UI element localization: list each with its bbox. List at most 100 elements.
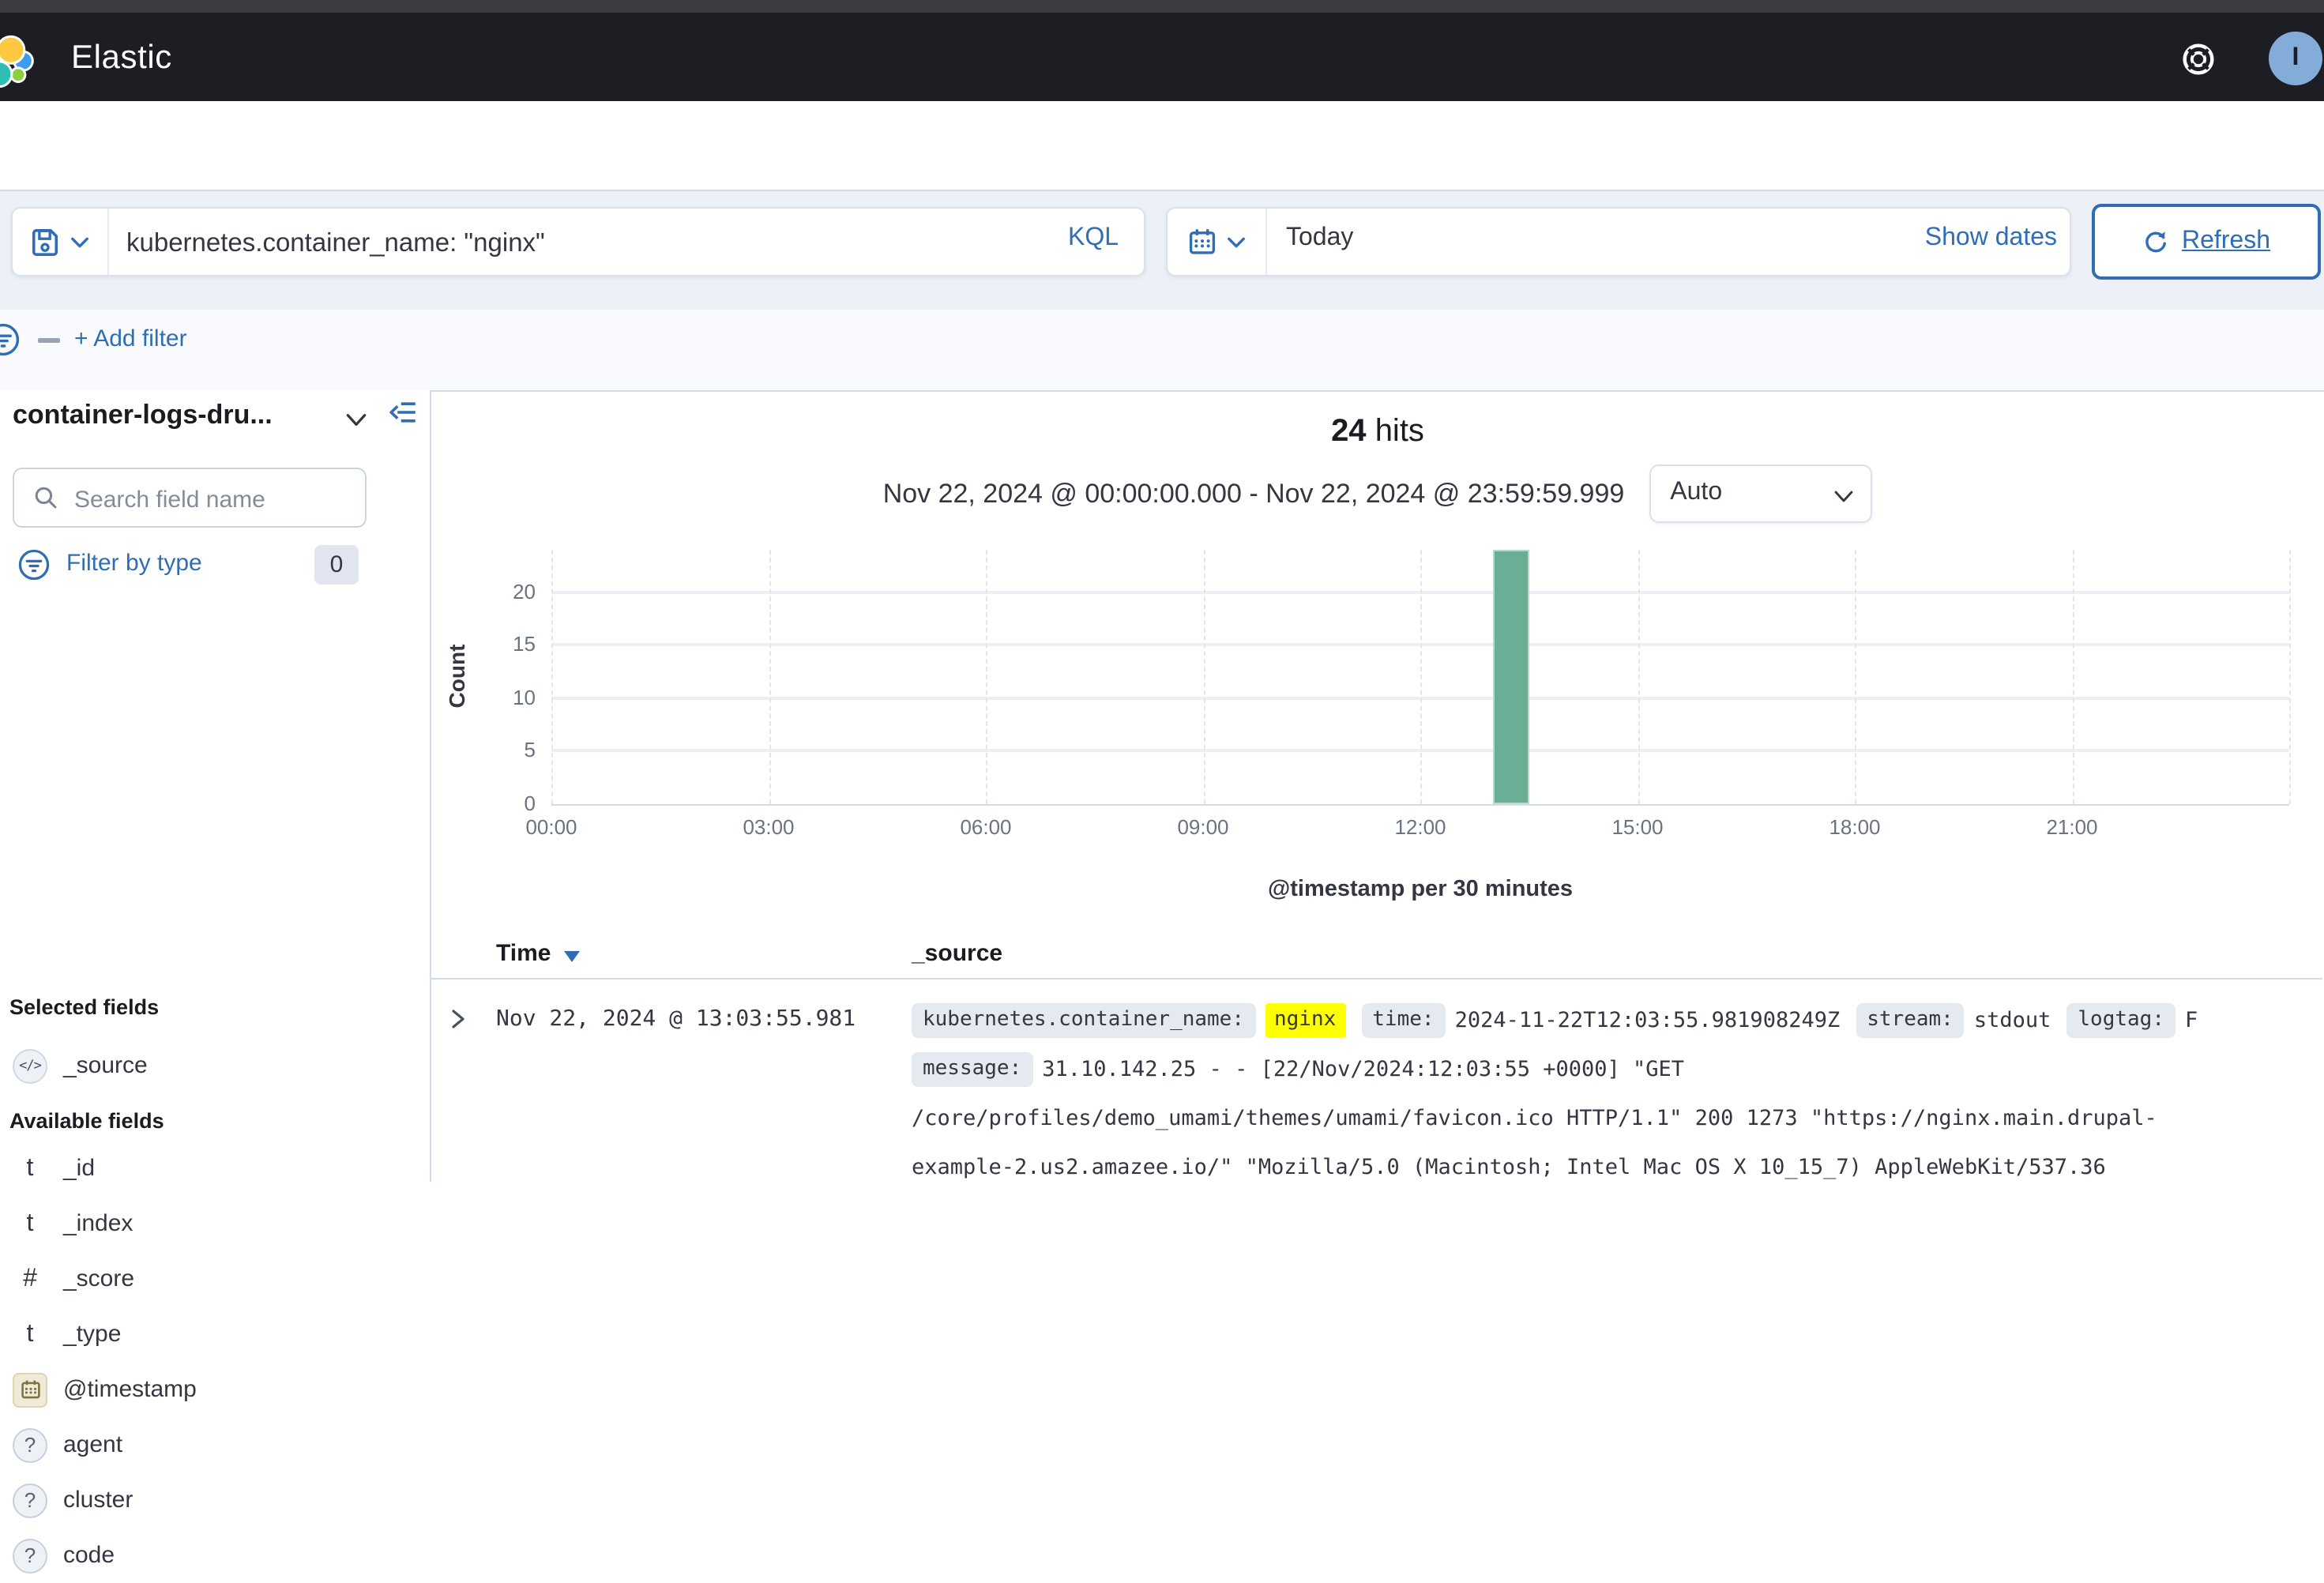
x-tick-0600: 06:00 bbox=[932, 815, 1040, 839]
field-item-_id[interactable]: t _id bbox=[0, 1141, 430, 1196]
field-item-cluster[interactable]: ? cluster bbox=[0, 1472, 430, 1528]
source-line-1: kubernetes.container_name:nginxtime:2024… bbox=[912, 995, 2324, 1044]
field-item-@timestamp[interactable]: @timestamp bbox=[0, 1362, 430, 1417]
source-cell: kubernetes.container_name:nginxtime:2024… bbox=[912, 995, 2324, 1191]
source-value: example-2.us2.amazee.io/" "Mozilla/5.0 (… bbox=[912, 1154, 2106, 1179]
chevron-down-icon[interactable] bbox=[344, 408, 368, 431]
field-search-input[interactable] bbox=[71, 469, 359, 529]
field-item-_score[interactable]: #_score bbox=[0, 1251, 430, 1307]
gridline-x-8 bbox=[2289, 550, 2291, 804]
query-language-button[interactable]: KQL bbox=[1068, 224, 1119, 253]
available-field-list: t_idt_index#_scoret_type@timestamp?agent… bbox=[0, 1141, 430, 1583]
sort-desc-icon[interactable] bbox=[564, 951, 580, 962]
source-line-4: example-2.us2.amazee.io/" "Mozilla/5.0 (… bbox=[912, 1142, 2324, 1191]
add-filter-button[interactable]: + Add filter bbox=[74, 325, 187, 352]
date-picker: Today Show dates bbox=[1166, 207, 2071, 276]
field-type-unknown-icon: ? bbox=[13, 1427, 47, 1462]
field-item-label: cluster bbox=[63, 1487, 133, 1513]
field-item-code[interactable]: ? code bbox=[0, 1528, 430, 1583]
field-item-label: _type bbox=[63, 1321, 121, 1348]
field-type-number-icon: # bbox=[13, 1262, 47, 1296]
source-line-2: message: 31.10.142.25 - - [22/Nov/2024:12… bbox=[912, 1044, 2324, 1093]
column-header-time[interactable]: Time bbox=[496, 940, 551, 967]
date-picker-quick-menu-button[interactable] bbox=[1168, 209, 1267, 275]
gridline-x-3 bbox=[1203, 550, 1205, 804]
source-field-pill: message: bbox=[912, 1051, 1032, 1086]
field-type-date-icon bbox=[13, 1372, 47, 1407]
x-tick-1500: 15:00 bbox=[1584, 815, 1691, 839]
field-item-label: @timestamp bbox=[63, 1376, 197, 1403]
gridline-y-10 bbox=[551, 697, 2289, 700]
brand-text: Elastic bbox=[71, 39, 172, 77]
x-tick-0900: 09:00 bbox=[1149, 815, 1257, 839]
field-item-label: code bbox=[63, 1542, 115, 1569]
gridline-x-7 bbox=[2072, 550, 2074, 804]
field-type-text-icon: t bbox=[13, 1317, 47, 1352]
source-value: 2024-11-22T12:03:55.981908249Z bbox=[1455, 1007, 1841, 1032]
source-field-pill: time: bbox=[1361, 1002, 1445, 1037]
nav-bar: Discover NewSaveOpenShareReportingInspec… bbox=[0, 101, 2324, 191]
histogram-bar[interactable] bbox=[1493, 550, 1529, 804]
filter-separator-dash bbox=[38, 338, 60, 342]
x-tick-1800: 18:00 bbox=[1801, 815, 1908, 839]
selected-field-list: </> _source bbox=[0, 1038, 430, 1093]
y-tick-10: 10 bbox=[472, 686, 536, 709]
chevron-down-icon bbox=[70, 231, 90, 252]
hits-label: hits bbox=[1375, 414, 1424, 449]
show-dates-button[interactable]: Show dates bbox=[1925, 224, 2057, 253]
field-item-label: _index bbox=[63, 1210, 133, 1237]
query-input[interactable] bbox=[123, 209, 1014, 278]
available-fields-heading: Available fields bbox=[9, 1109, 164, 1133]
hits-row: 24 hits bbox=[431, 414, 2324, 450]
time-range-label[interactable]: Today bbox=[1286, 224, 1353, 253]
x-tick-1200: 12:00 bbox=[1367, 815, 1474, 839]
source-value: stdout bbox=[1974, 1007, 2051, 1032]
saved-query-button[interactable] bbox=[13, 209, 109, 275]
filter-by-type-button[interactable]: Filter by type bbox=[66, 550, 202, 577]
field-type-source-icon: </> bbox=[13, 1048, 47, 1083]
search-icon bbox=[33, 485, 58, 510]
x-tick-2100: 21:00 bbox=[2018, 815, 2126, 839]
column-header-source: _source bbox=[912, 940, 1002, 967]
collapse-sidebar-icon[interactable] bbox=[389, 398, 417, 427]
source-value: 31.10.142.25 - - [22/Nov/2024:12:03:55 +… bbox=[1042, 1056, 1684, 1081]
refresh-button[interactable]: Refresh bbox=[2092, 204, 2321, 280]
field-type-unknown-icon: ? bbox=[13, 1538, 47, 1573]
time-range-subtitle: Nov 22, 2024 @ 00:00:00.000 - Nov 22, 20… bbox=[883, 478, 1625, 509]
x-tick-0000: 00:00 bbox=[498, 815, 605, 839]
field-search bbox=[13, 468, 367, 528]
query-toolbar: KQL Today Show dates bbox=[0, 191, 2324, 310]
calendar-icon bbox=[1187, 227, 1216, 256]
source-field-pill: logtag: bbox=[2066, 1002, 2175, 1037]
field-type-text-icon: t bbox=[13, 1206, 47, 1241]
user-avatar[interactable]: I bbox=[2269, 32, 2322, 85]
query-bar: KQL bbox=[11, 207, 1145, 276]
index-pattern-switcher[interactable]: container-logs-dru... bbox=[13, 400, 273, 431]
source-line-3: /core/profiles/demo_umami/themes/umami/f… bbox=[912, 1093, 2324, 1142]
gridline-x-6 bbox=[1855, 550, 1856, 804]
interval-select[interactable]: Auto bbox=[1649, 464, 1872, 523]
field-item-_type[interactable]: t _type bbox=[0, 1307, 430, 1362]
field-item-label: _source bbox=[63, 1052, 148, 1079]
field-type-text-icon: t bbox=[13, 1151, 47, 1186]
field-item-_source[interactable]: </> _source bbox=[0, 1038, 430, 1093]
help-icon[interactable] bbox=[2182, 43, 2215, 76]
field-item-_index[interactable]: t _index bbox=[0, 1196, 430, 1251]
gridline-y-15 bbox=[551, 644, 2289, 647]
save-icon bbox=[30, 227, 60, 257]
chevron-down-icon bbox=[1833, 485, 1855, 507]
gridline-x-0 bbox=[551, 550, 553, 804]
field-type-unknown-icon: ? bbox=[13, 1483, 47, 1517]
app-header: Elastic I bbox=[0, 0, 2324, 101]
field-item-label: _id bbox=[63, 1155, 95, 1182]
range-row: Nov 22, 2024 @ 00:00:00.000 - Nov 22, 20… bbox=[431, 464, 2324, 523]
gridline-x-5 bbox=[1638, 550, 1639, 804]
hits-count: 24 bbox=[1331, 414, 1367, 449]
field-item-agent[interactable]: ?agent bbox=[0, 1417, 430, 1472]
refresh-icon bbox=[2142, 228, 2169, 255]
interval-value: Auto bbox=[1670, 479, 1722, 507]
discover-page: Elastic I Discover NewSaveOpenShareRepor… bbox=[0, 0, 2324, 1182]
chevron-down-icon bbox=[1225, 231, 1246, 252]
row-expand-button[interactable] bbox=[447, 1008, 469, 1030]
filter-icon[interactable] bbox=[0, 322, 21, 357]
